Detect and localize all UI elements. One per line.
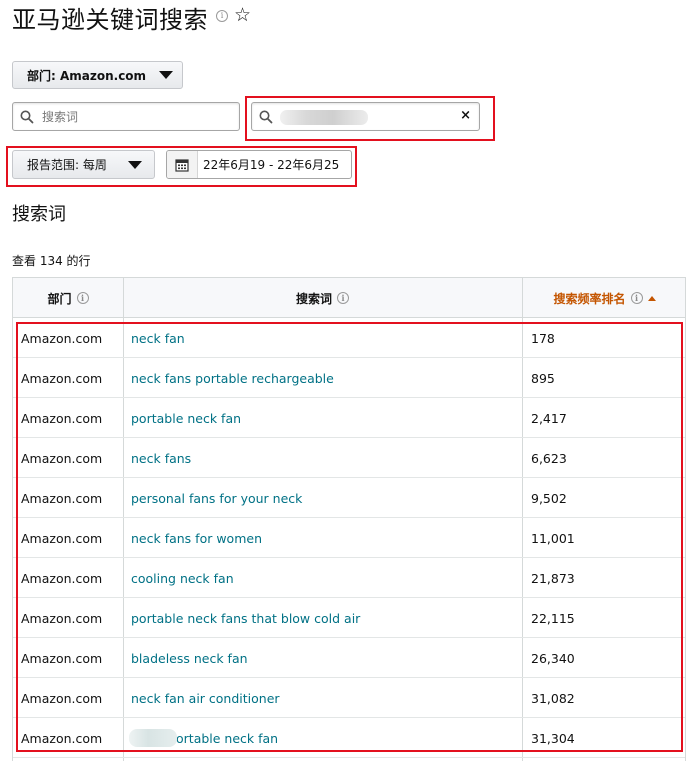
chevron-down-icon xyxy=(159,71,173,79)
highlight-box-filters xyxy=(6,146,357,187)
section-title: 搜索词 xyxy=(12,204,66,225)
favorite-star-icon[interactable]: ☆ xyxy=(234,4,251,26)
highlight-box-results xyxy=(16,322,683,752)
info-icon[interactable]: i xyxy=(630,292,643,304)
page-title: 亚马逊关键词搜索 xyxy=(12,6,208,34)
department-dropdown[interactable]: 部门: Amazon.com xyxy=(12,61,183,89)
search-term-input[interactable]: 搜索词 xyxy=(12,102,240,131)
sort-ascending-icon xyxy=(647,295,656,301)
search-icon xyxy=(20,110,34,123)
highlight-box-search xyxy=(245,96,495,141)
info-icon[interactable]: i xyxy=(216,10,228,22)
search-placeholder: 搜索词 xyxy=(42,110,79,124)
department-dropdown-label: 部门: Amazon.com xyxy=(27,68,147,83)
info-icon[interactable]: i xyxy=(337,292,349,304)
column-header-search-term[interactable]: 搜索词 i xyxy=(123,278,522,318)
column-header-department[interactable]: 部门 i xyxy=(13,278,123,318)
column-header-search-frequency-rank[interactable]: 搜索频率排名 i xyxy=(522,278,685,318)
row-count: 查看 134 的行 xyxy=(12,254,91,268)
info-icon[interactable]: i xyxy=(76,292,89,304)
